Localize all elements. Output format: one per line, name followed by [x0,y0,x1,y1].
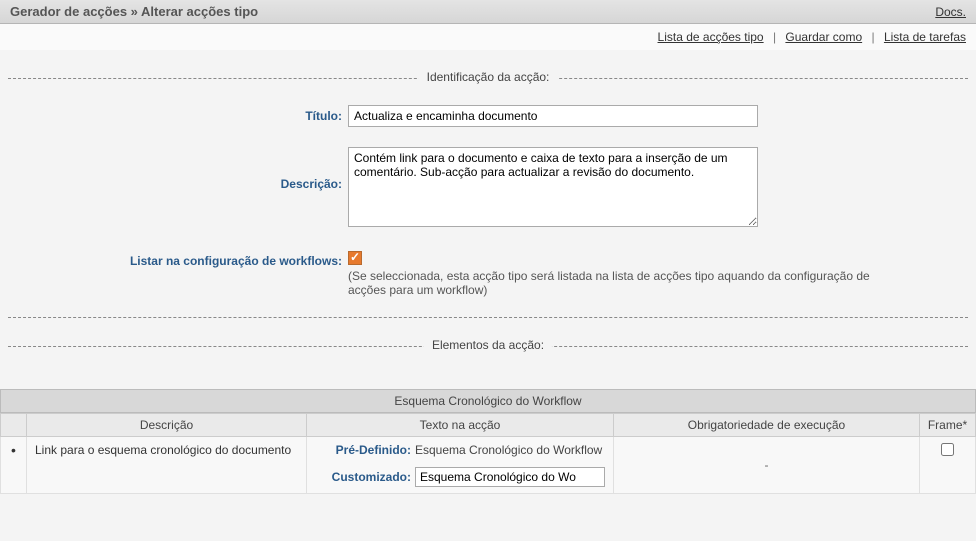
table-section-header: Esquema Cronológico do Workflow [0,389,976,413]
list-workflow-row: Listar na configuração de workflows: (Se… [8,250,968,297]
col-action-text: Texto na acção [307,413,614,436]
separator: | [871,30,874,44]
identification-legend: Identificação da acção: [419,70,558,84]
custom-input[interactable] [415,467,605,487]
elements-legend: Elementos da acção: [424,338,552,352]
list-workflow-label: Listar na configuração de workflows: [8,250,348,268]
identification-fieldset: Identificação da acção: Título: Descriçã… [8,78,968,318]
separator: | [773,30,776,44]
toolbar: Lista de acções tipo | Guardar como | Li… [0,24,976,50]
row-mandatory: - [614,436,920,493]
list-workflow-help: (Se seleccionada, esta acção tipo será l… [348,269,908,297]
title-row: Título: [8,105,968,127]
save-as-link[interactable]: Guardar como [785,30,862,44]
description-textarea[interactable] [348,147,758,227]
task-list-link[interactable]: Lista de tarefas [884,30,966,44]
page-title: Gerador de acções » Alterar acções tipo [10,4,258,19]
col-description: Descrição [27,413,307,436]
row-frame [920,436,976,493]
col-bullet [1,413,27,436]
custom-label: Customizado: [315,470,415,484]
description-label: Descrição: [8,147,348,191]
header-bar: Gerador de acções » Alterar acções tipo … [0,0,976,24]
row-description: Link para o esquema cronológico do docum… [27,436,307,493]
elements-table: Descrição Texto na acção Obrigatoriedade… [0,413,976,494]
list-workflow-checkbox[interactable] [348,251,362,265]
frame-checkbox[interactable] [941,443,954,456]
elements-fieldset: Elementos da acção: [8,346,968,365]
title-input[interactable] [348,105,758,127]
row-bullet: • [1,436,27,493]
title-label: Título: [8,105,348,123]
mandatory-value: - [765,458,769,472]
row-action-text: Pré-Definido: Esquema Cronológico do Wor… [307,436,614,493]
table-row: • Link para o esquema cronológico do doc… [1,436,976,493]
docs-link[interactable]: Docs. [935,5,966,19]
predef-label: Pré-Definido: [315,443,415,457]
description-row: Descrição: [8,147,968,230]
predef-value: Esquema Cronológico do Workflow [415,443,605,457]
col-mandatory: Obrigatoriedade de execução [614,413,920,436]
list-action-types-link[interactable]: Lista de acções tipo [658,30,764,44]
col-frame: Frame* [920,413,976,436]
